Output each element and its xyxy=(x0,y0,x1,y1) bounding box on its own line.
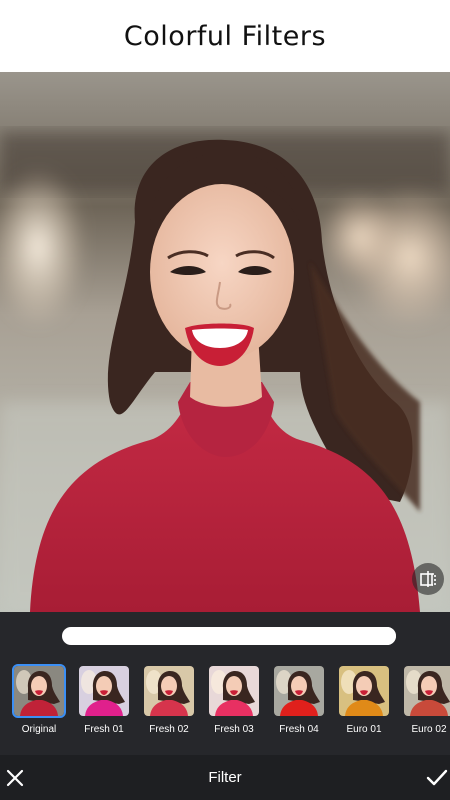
checkmark-icon xyxy=(426,769,448,786)
filter-label: Original xyxy=(21,724,57,735)
filter-item[interactable]: Euro 02 xyxy=(402,664,450,742)
filter-thumbnail xyxy=(272,664,326,718)
portrait-photo xyxy=(0,72,450,612)
filter-item[interactable]: Fresh 04 xyxy=(272,664,326,742)
filter-thumbnail xyxy=(12,664,66,718)
filter-thumbnail xyxy=(207,664,261,718)
bottom-toolbar: Filter xyxy=(0,755,450,800)
filter-label: Fresh 04 xyxy=(279,724,319,735)
filter-thumbnail xyxy=(142,664,196,718)
filter-item[interactable]: Original xyxy=(12,664,66,742)
photo-preview[interactable] xyxy=(0,72,450,612)
filter-thumbnail xyxy=(77,664,131,718)
compare-split-icon xyxy=(420,571,436,587)
intensity-slider[interactable] xyxy=(62,627,396,645)
app-banner: Colorful Filters xyxy=(0,0,450,72)
compare-button[interactable] xyxy=(412,563,444,595)
intensity-slider-knob[interactable] xyxy=(378,627,396,645)
filter-item[interactable]: Fresh 03 xyxy=(207,664,261,742)
filter-thumbnail xyxy=(402,664,450,718)
filter-item[interactable]: Fresh 02 xyxy=(142,664,196,742)
filter-label: Euro 01 xyxy=(346,724,382,735)
filter-thumbnail xyxy=(337,664,391,718)
filter-item[interactable]: Euro 01 xyxy=(337,664,391,742)
toolbar-title: Filter xyxy=(208,769,242,786)
filter-label: Fresh 02 xyxy=(149,724,189,735)
filter-label: Fresh 03 xyxy=(214,724,254,735)
filter-label: Fresh 01 xyxy=(84,724,124,735)
filter-item[interactable]: Fresh 01 xyxy=(77,664,131,742)
confirm-button[interactable] xyxy=(422,763,450,793)
filter-strip: Original Fresh 01 Fresh 02 Fresh 03 Fresh 04… xyxy=(0,664,450,744)
filter-label: Euro 02 xyxy=(411,724,447,735)
banner-title: Colorful Filters xyxy=(123,20,327,52)
